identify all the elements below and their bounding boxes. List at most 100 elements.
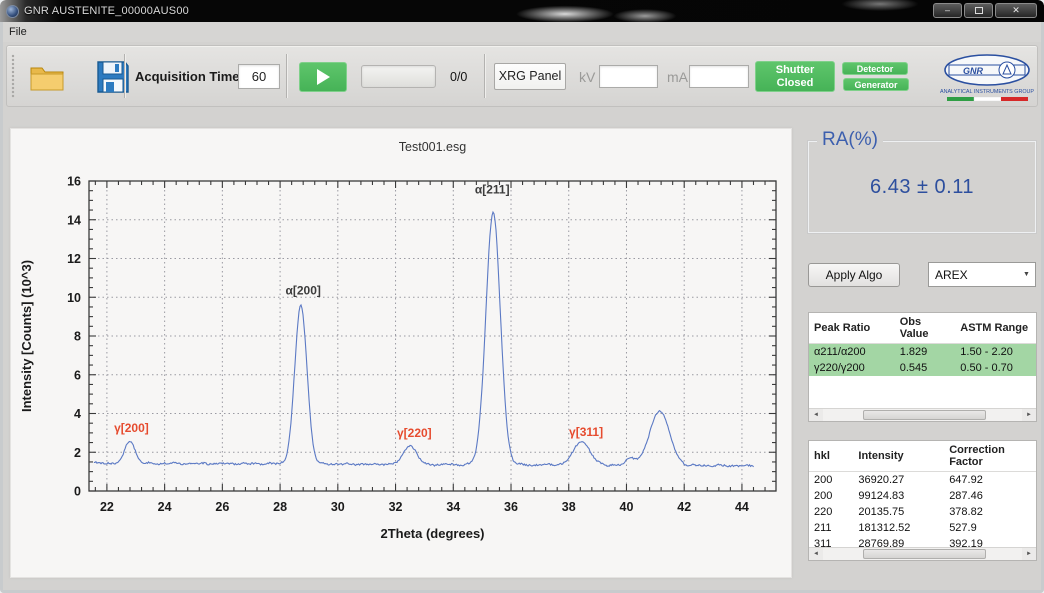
column-header[interactable]: Peak Ratio [809,313,895,344]
hkl-table: hklIntensityCorrection Factor20036920.27… [808,440,1037,561]
maximize-button[interactable] [964,3,993,18]
toolbar-separator [286,54,287,98]
table-cell: 200 [809,488,853,504]
svg-text:2: 2 [74,446,81,460]
table-row[interactable]: 22020135.75378.82 [809,504,1036,520]
table-cell: 287.46 [944,488,1036,504]
gnr-logo: GNR ANALYTICAL INSTRUMENTS GROUP [937,50,1037,109]
logo-subtext: ANALYTICAL INSTRUMENTS GROUP [940,89,1034,95]
column-header[interactable]: ASTM Range [955,313,1036,344]
svg-text:38: 38 [562,500,576,514]
svg-text:0: 0 [74,485,81,499]
scrollbar-thumb[interactable] [863,410,986,420]
svg-text:14: 14 [67,213,81,227]
table-row[interactable]: α211/α2001.8291.50 - 2.20 [809,344,1036,361]
svg-text:34: 34 [446,500,460,514]
scrollbar-track[interactable] [823,409,1022,421]
svg-text:Test001.esg: Test001.esg [399,140,466,154]
column-header[interactable]: hkl [809,441,853,472]
save-file-button[interactable] [95,59,131,100]
scrollbar-track[interactable] [823,548,1022,560]
table-row[interactable]: 20099124.83287.46 [809,488,1036,504]
svg-text:24: 24 [158,500,172,514]
gnr-logo-icon: GNR ANALYTICAL INSTRUMENTS GROUP [937,50,1037,104]
hkl-hscrollbar[interactable]: ◄ ► [809,547,1036,560]
peak-ratio-hscrollbar[interactable]: ◄ ► [809,408,1036,421]
generator-button[interactable]: Generator [843,78,909,91]
table-cell: 1.829 [895,344,956,361]
shutter-button-line2: Closed [756,77,834,90]
scroll-right-icon[interactable]: ► [1022,409,1036,421]
ma-label: mA [667,69,688,85]
svg-text:4: 4 [74,407,81,421]
table-row[interactable]: 20036920.27647.92 [809,472,1036,489]
svg-text:42: 42 [677,500,691,514]
svg-text:26: 26 [215,500,229,514]
menu-file[interactable]: File [0,23,35,38]
svg-text:40: 40 [620,500,634,514]
table-cell: 36920.27 [853,472,944,489]
apply-algo-button[interactable]: Apply Algo [808,263,900,287]
minimize-button[interactable]: – [933,3,962,18]
column-header[interactable]: Obs Value [895,313,956,344]
close-button[interactable]: ✕ [995,3,1037,18]
kv-input[interactable] [599,65,658,88]
kv-label: kV [579,69,595,85]
acquisition-time-input[interactable] [238,64,280,89]
detector-button[interactable]: Detector [842,62,908,75]
menu-bar: File [0,22,1044,42]
xrg-panel-button[interactable]: XRG Panel [494,63,566,90]
column-header[interactable]: Intensity [853,441,944,472]
toolbar-separator [484,54,485,98]
toolbar-grip[interactable] [11,54,15,98]
svg-text:GNR: GNR [963,66,984,76]
table-cell: 200 [809,472,853,489]
svg-text:α[200]: α[200] [285,283,320,297]
table-cell: 99124.83 [853,488,944,504]
algorithm-selected-value: AREX [929,268,1018,282]
minimize-icon: – [945,5,950,15]
table-cell: 378.82 [944,504,1036,520]
svg-text:32: 32 [389,500,403,514]
svg-text:α[211]: α[211] [475,183,510,197]
table-cell: α211/α200 [809,344,895,361]
svg-text:6: 6 [74,368,81,382]
table-cell: γ220/γ200 [809,360,895,376]
table-cell: 211 [809,520,853,536]
shutter-button-line1: Shutter [756,64,834,77]
shutter-button[interactable]: Shutter Closed [755,61,835,92]
table-row[interactable]: γ220/γ2000.5450.50 - 0.70 [809,360,1036,376]
italian-flag-icon [947,97,1028,101]
scrollbar-thumb[interactable] [863,549,986,559]
maximize-icon [975,7,983,14]
svg-text:Intensity [Counts] (10^3): Intensity [Counts] (10^3) [19,260,34,412]
svg-text:γ[220]: γ[220] [397,426,432,440]
scroll-left-icon[interactable]: ◄ [809,409,823,421]
table-row[interactable]: 211181312.52527.9 [809,520,1036,536]
scroll-left-icon[interactable]: ◄ [809,548,823,560]
start-acquisition-button[interactable] [299,62,347,92]
ra-value: 6.43 ± 0.11 [809,176,1035,199]
table-cell: 220 [809,504,853,520]
chevron-down-icon: ▼ [1018,263,1035,286]
floppy-disk-icon [95,59,131,95]
algorithm-select[interactable]: AREX ▼ [928,262,1036,287]
svg-text:36: 36 [504,500,518,514]
toolbar: Acquisition Time (s) 0/0 XRG Panel kV mA… [6,45,1038,107]
table-cell: 1.50 - 2.20 [955,344,1036,361]
title-bar[interactable]: GNR AUSTENITE_00000AUS00 – ✕ [0,0,1044,22]
table-cell: 527.9 [944,520,1036,536]
svg-text:44: 44 [735,500,749,514]
column-header[interactable]: Correction Factor [944,441,1036,472]
peak-ratio-table: Peak RatioObs ValueASTM Rangeα211/α2001.… [808,312,1037,422]
table-cell: 20135.75 [853,504,944,520]
open-file-button[interactable] [29,60,67,99]
close-icon: ✕ [1012,5,1020,15]
ma-input[interactable] [689,65,749,88]
scroll-right-icon[interactable]: ► [1022,548,1036,560]
svg-text:γ[311]: γ[311] [569,425,603,439]
app-window: GNR AUSTENITE_00000AUS00 – ✕ File [0,0,1044,593]
progress-bar [361,65,436,88]
svg-text:30: 30 [331,500,345,514]
svg-text:8: 8 [74,330,81,344]
